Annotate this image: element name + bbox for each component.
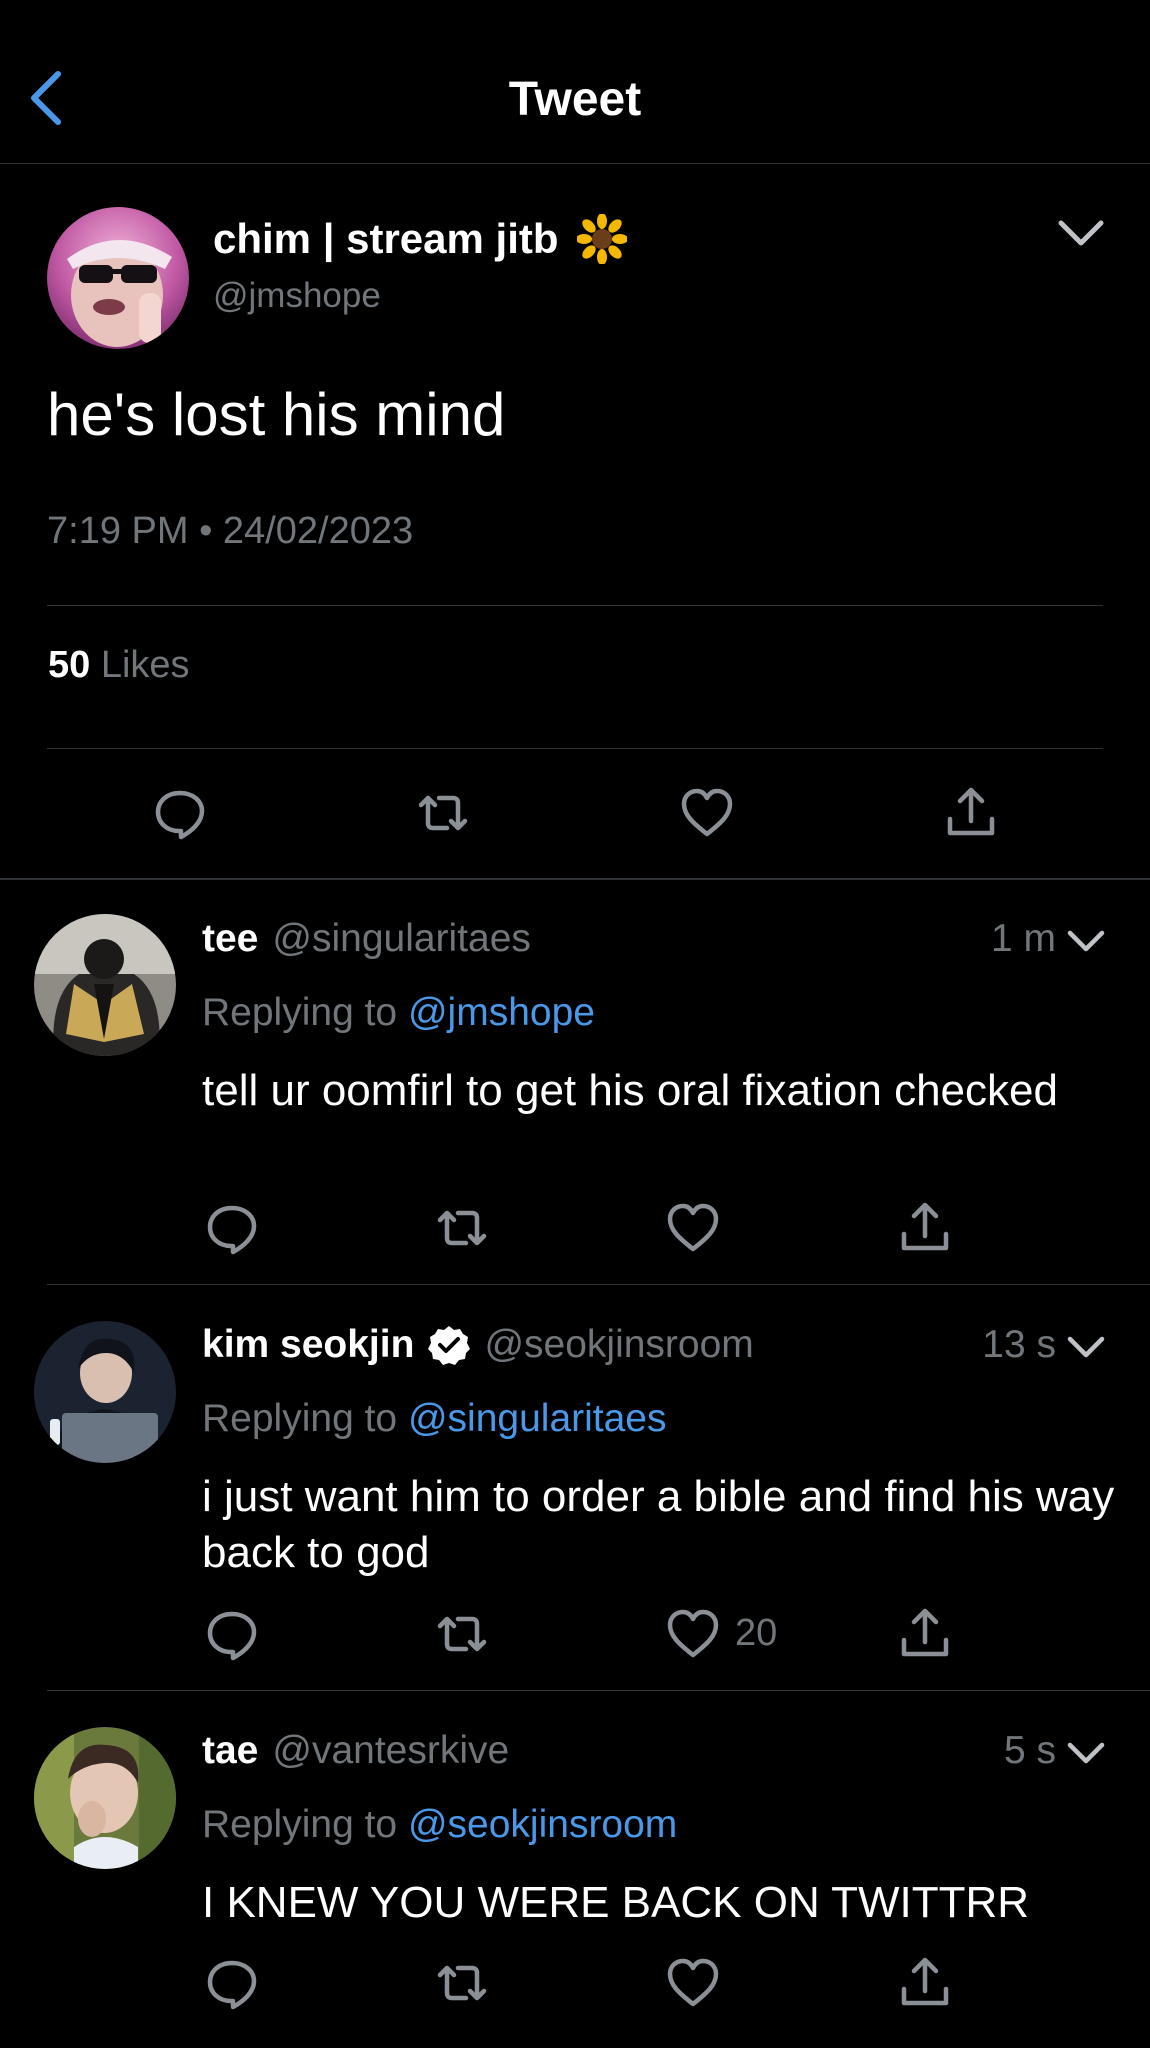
replying-to: Replying to @jmshope [202,991,595,1035]
retweet-icon [437,1616,487,1652]
heart-icon [667,1609,719,1658]
tweet-detail-page: Tweet chim | stream jitb @jmshope he's l… [0,0,1150,2048]
reply-text: i just want him to order a bible and fin… [202,1472,1115,1577]
like-button[interactable] [665,1606,721,1662]
section-divider [0,878,1150,880]
reply-button[interactable] [152,785,208,841]
author-name[interactable]: chim | stream jitb [213,214,627,264]
reply-button[interactable] [204,1200,260,1256]
reply-author[interactable]: kim seokjin @seokjinsroom [202,1323,754,1367]
avatar-image [47,207,189,349]
mention-link[interactable]: @jmshope [408,991,595,1034]
reply-icon [207,1960,257,2010]
reply-like-count: 20 [735,1612,778,1654]
retweet-button[interactable] [434,1200,490,1256]
divider [47,748,1103,749]
mention-link[interactable]: @singularitaes [408,1397,667,1440]
reply-text: tell ur oomfirl to get his oral fixation… [202,1066,1058,1115]
tweet-timestamp: 7:19 PM • 24/02/2023 [47,510,414,552]
reply-button[interactable] [204,1606,260,1662]
retweet-icon [437,1210,487,1246]
page-title: Tweet [508,73,642,126]
reply-options-button[interactable] [1065,925,1107,957]
reply-icon [207,1205,257,1255]
avatar-image [34,1321,176,1463]
likes-stat[interactable]: 50 Likes [48,644,190,687]
replying-to: Replying to @seokjinsroom [202,1803,677,1847]
mention-link[interactable]: @seokjinsroom [408,1803,677,1846]
author-name: tee [202,917,259,960]
retweet-button[interactable] [434,1606,490,1662]
share-button[interactable] [897,1200,953,1256]
avatar-image [34,1727,176,1869]
divider [47,1690,1150,1691]
share-button[interactable] [897,1606,953,1662]
tweet-text: he's lost his mind [47,381,506,448]
likes-label: Likes [100,644,190,686]
chevron-down-icon [1058,220,1104,246]
reply-timestamp: 1 m [990,917,1056,960]
avatar[interactable] [34,1321,176,1463]
retweet-button[interactable] [415,785,471,841]
like-button[interactable] [665,1200,721,1256]
retweet-icon [437,1965,487,2001]
share-button[interactable] [943,785,999,841]
reply-icon [155,790,205,840]
sunflower-icon [576,214,627,264]
avatar[interactable] [47,207,189,349]
retweet-button[interactable] [434,1955,490,2011]
share-button[interactable] [897,1955,953,2011]
author-handle: @seokjinsroom [484,1323,754,1366]
reply-options-button[interactable] [1065,1331,1107,1363]
reply-author[interactable]: tee @singularitaes [202,917,531,961]
share-icon [901,1202,949,1251]
reply-icon [207,1611,257,1661]
heart-icon [667,1203,719,1252]
reply-timestamp: 13 s [982,1323,1056,1366]
tweet-options-button[interactable] [1055,213,1107,253]
like-button[interactable] [679,785,735,841]
heart-icon [681,788,733,837]
reply-text: I KNEW YOU WERE BACK ON TWITTRR [202,1878,1030,1927]
author-handle: @vantesrkive [272,1729,510,1772]
verified-badge-icon [428,1326,471,1365]
author-name-text: chim | stream jitb [213,215,559,262]
reply-button[interactable] [204,1955,260,2011]
retweet-icon [418,795,468,831]
author-name: tae [202,1729,259,1772]
like-button[interactable] [665,1955,721,2011]
reply-timestamp: 5 s [1003,1729,1056,1772]
avatar[interactable] [34,1727,176,1869]
author-handle[interactable]: @jmshope [213,276,381,316]
replying-label: Replying to [202,1803,408,1846]
author-name: kim seokjin [202,1323,415,1366]
top-bar: Tweet [0,0,1150,164]
replying-label: Replying to [202,991,408,1034]
chevron-down-icon [1067,930,1105,952]
share-icon [901,1608,949,1657]
replying-to: Replying to @singularitaes [202,1397,667,1441]
share-icon [947,787,995,836]
avatar[interactable] [34,914,176,1056]
divider [47,1284,1150,1285]
heart-icon [667,1958,719,2007]
reply-options-button[interactable] [1065,1737,1107,1769]
avatar-image [34,914,176,1056]
reply-author[interactable]: tae @vantesrkive [202,1729,509,1773]
divider [47,605,1103,606]
replying-label: Replying to [202,1397,408,1440]
share-icon [901,1957,949,2006]
author-handle: @singularitaes [272,917,531,960]
likes-count: 50 [48,644,91,686]
chevron-down-icon [1067,1742,1105,1764]
chevron-down-icon [1067,1336,1105,1358]
